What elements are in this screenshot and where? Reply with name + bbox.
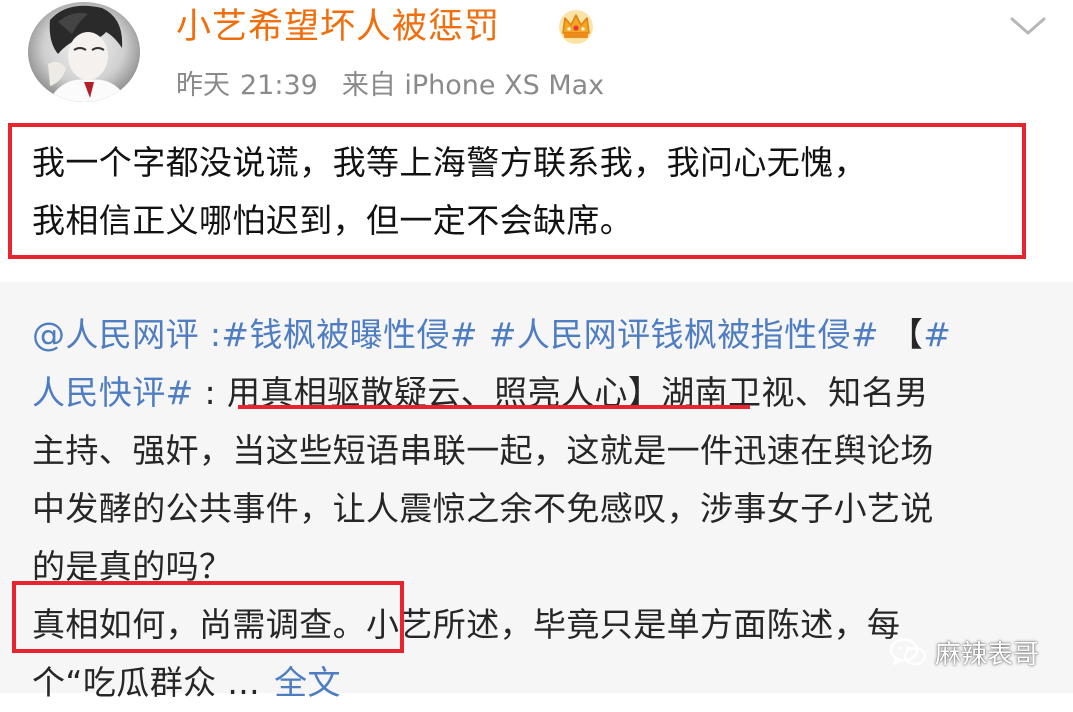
post-day: 昨天 (176, 70, 230, 101)
truncated-text: 个“吃瓜群众 ... (32, 663, 261, 702)
post-time: 21:39 (240, 70, 318, 101)
bracket-open: 【 (889, 315, 924, 354)
body-text: 湖南卫视、知名男 (661, 373, 929, 412)
mention-separator: : (199, 315, 222, 354)
username[interactable]: 小艺希望坏人被惩罚 (176, 2, 500, 52)
wechat-icon (889, 637, 927, 665)
repost-line: 中发酵的公共事件，让人震惊之余不免感叹，涉事女子小艺说 (32, 489, 934, 528)
post-text: 我一个字都没说谎，我等上海警方联系我，我问心无愧， 我相信正义哪怕迟到，但一定不… (32, 134, 1032, 250)
avatar-image (28, 2, 140, 102)
watermark-text: 麻辣表哥 (934, 640, 1039, 670)
boxed-text: 真相如何，尚需调查。 (32, 605, 366, 644)
repost-line: 人民快评# : 用真相驱散疑云、照亮人心】湖南卫视、知名男 (32, 364, 1042, 422)
repost-line: 主持、强奸，当这些短语串联一起，这就是一件迅速在舆论场 (32, 431, 934, 470)
repost-line: 的是真的吗？ (32, 547, 233, 586)
post-line: 我一个字都没说谎，我等上海警方联系我，我问心无愧， (32, 143, 867, 182)
weibo-post: 小艺希望坏人被惩罚 昨天 21:39 来自 iPhone XS Max 我一个字都没… (0, 0, 1073, 702)
chevron-down-icon[interactable] (1006, 12, 1050, 40)
repost-card[interactable]: @人民网评 :#钱枫被曝性侵# #人民网评钱枫被指性侵# 【# 人民快评# : … (0, 282, 1073, 702)
headline-text: 用真相驱散疑云、照亮人心 (226, 373, 628, 412)
post-source[interactable]: 来自 iPhone XS Max (342, 66, 604, 106)
crown-icon[interactable] (556, 6, 596, 46)
watermark: 麻辣表哥 (889, 634, 1039, 671)
colon-text: : (193, 373, 227, 412)
repost-line: @人民网评 :#钱枫被曝性侵# #人民网评钱枫被指性侵# 【# (32, 306, 1042, 364)
post-meta: 昨天 21:39 来自 iPhone XS Max (176, 66, 604, 106)
avatar[interactable] (28, 2, 140, 102)
hashtag-link[interactable]: #钱枫被曝性侵# (221, 315, 478, 354)
hashtag-link[interactable]: 人民快评# (32, 373, 194, 412)
bracket-close: 】 (627, 373, 662, 412)
mention-link[interactable]: @人民网评 (32, 315, 199, 354)
body-text: 小艺所述，毕竟只是单方面陈述，每 (366, 605, 901, 644)
post-line: 我相信正义哪怕迟到，但一定不会缺席。 (32, 201, 634, 240)
hashtag-link[interactable]: # (923, 315, 951, 354)
fulltext-link[interactable]: 全文 (274, 663, 341, 702)
hashtag-link[interactable]: #人民网评钱枫被指性侵# (489, 315, 879, 354)
